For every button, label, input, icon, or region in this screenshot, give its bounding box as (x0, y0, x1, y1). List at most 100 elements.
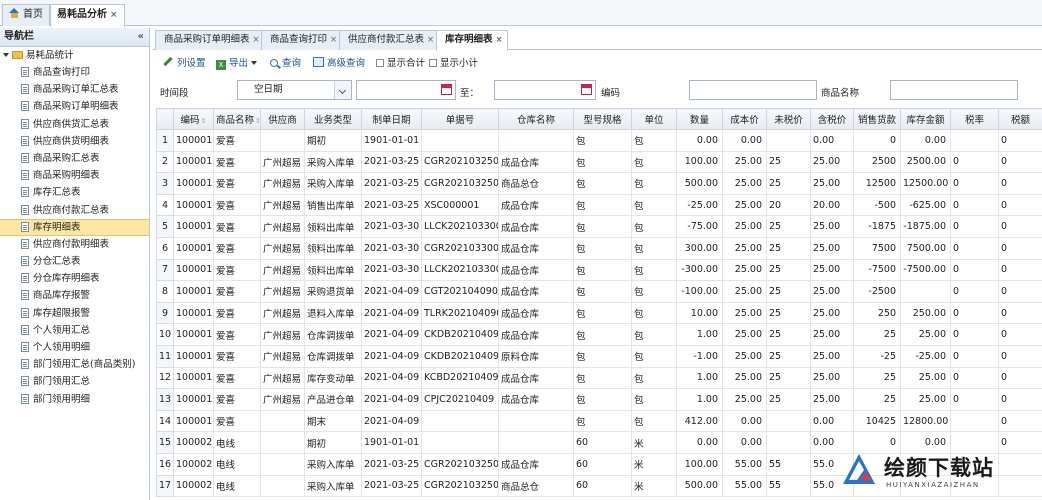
column-header[interactable]: 未税价 (766, 108, 811, 130)
sidebar-item[interactable]: 库存超限报警 (0, 305, 149, 322)
column-header[interactable]: 编码⇕ (173, 108, 214, 130)
table-cell: 60 (573, 452, 632, 476)
column-settings-button[interactable]: 列设置 (163, 56, 206, 71)
close-icon[interactable]: × (110, 10, 118, 20)
export-button[interactable]: X 导出 (216, 57, 258, 71)
table-row[interactable]: 7 100001 爱喜 广州超易 领料出库单 2021-03-30 LLCK20210330… (156, 258, 1042, 282)
table-row[interactable]: 2 100001 爱喜 广州超易 采购入库单 2021-03-25 CGR202103250… (156, 150, 1042, 174)
tab-inventory-detail[interactable]: 库存明细表 × (436, 30, 508, 51)
sidebar-item[interactable]: 部门领用汇总(商品类别) (0, 356, 149, 373)
table-row[interactable]: 9 100001 爱喜 广州超易 退料入库单 2021-04-09 TLRK20210409… (156, 301, 1042, 325)
table-row[interactable]: 13 100001 爱喜 广州超易 产品进仓单 2021-04-09 CPJC2021040… (156, 388, 1042, 411)
table-cell: 期初 (304, 431, 362, 454)
column-header[interactable]: 制单日期 (361, 108, 422, 130)
close-icon[interactable]: × (253, 35, 260, 45)
query-button[interactable]: 查询 (270, 57, 301, 71)
column-header[interactable]: 商品名称⇕ (213, 108, 261, 130)
table-cell: 0 (998, 301, 1042, 325)
sidebar-item[interactable]: 部门领用汇总 (0, 373, 149, 390)
column-header[interactable]: 数量 (676, 108, 723, 130)
table-cell: 100001 (173, 258, 214, 282)
column-header[interactable]: 供应商 (260, 108, 305, 130)
document-icon (21, 84, 29, 95)
calendar-icon[interactable] (441, 84, 452, 95)
sort-icon[interactable]: ⇕ (201, 117, 207, 125)
tab-consumables-analysis[interactable]: 易耗品分析 × (50, 4, 125, 27)
sidebar-item[interactable]: 商品采购订单汇总表 (0, 81, 149, 98)
sidebar-item[interactable]: 供应商供货明细表 (0, 133, 149, 150)
show-total-checkbox[interactable]: 显示合计 (376, 57, 425, 71)
sidebar-item[interactable]: 供应商供货汇总表 (0, 116, 149, 133)
sidebar-item[interactable]: 商品采购订单明细表 (0, 98, 149, 115)
table-row[interactable]: 8 100001 爱喜 广州超易 采购退货单 2021-04-09 CGT202104090… (156, 280, 1042, 303)
tab-supplier-payment-summary[interactable]: 供应商付款汇总表 × (339, 30, 440, 50)
sidebar-item[interactable]: 部门领用明细 (0, 391, 149, 408)
table-row[interactable]: 12 100001 爱喜 广州超易 库存变动单 2021-04-09 KCBD2021040… (156, 366, 1042, 390)
start-date-input[interactable] (356, 80, 456, 100)
calendar-icon[interactable] (581, 84, 592, 95)
column-header[interactable]: 库存金额 (900, 108, 951, 130)
checkbox-icon[interactable] (429, 59, 437, 67)
sidebar-item[interactable]: 库存汇总表 (0, 184, 149, 201)
column-header[interactable]: 成本价 (722, 108, 767, 130)
column-header[interactable]: 仓库名称 (498, 108, 574, 130)
column-header[interactable]: 税额 (998, 108, 1042, 130)
close-icon[interactable]: × (427, 35, 434, 45)
show-subtotal-checkbox[interactable]: 显示小计 (429, 57, 478, 71)
document-icon (21, 101, 29, 112)
tree-root-consumables[interactable]: 易耗品统计 (0, 47, 149, 64)
sidebar-item[interactable]: 供应商付款汇总表 (0, 202, 149, 219)
sidebar-item[interactable]: 商品采购汇总表 (0, 150, 149, 167)
table-row[interactable]: 1 100001 爱喜 期初 1901-01-01 包包 0.00 0.00 0.00 0 0.00… (156, 129, 1042, 152)
table-cell: 0.00 (810, 129, 854, 152)
end-date-input[interactable] (494, 80, 596, 100)
table-row[interactable]: 6 100001 爱喜 广州超易 领料出库单 2021-03-30 CGR202103300… (156, 236, 1042, 260)
sidebar-item[interactable]: 个人领用汇总 (0, 322, 149, 339)
table-cell: 0 (998, 366, 1042, 390)
table-cell: 2500 (853, 150, 901, 174)
table-cell: 100001 (173, 323, 214, 346)
table-cell: 包 (573, 150, 632, 174)
column-header[interactable]: 单位 (631, 108, 677, 130)
table-cell: 广州超易 (260, 323, 305, 346)
table-row[interactable]: 5 100001 爱喜 广州超易 领料出库单 2021-03-30 LLCK20210330… (156, 215, 1042, 238)
close-icon[interactable]: × (496, 35, 503, 45)
table-row[interactable]: 3 100001 爱喜 广州超易 采购入库单 2021-03-25 CGR202103250… (156, 172, 1042, 195)
column-header[interactable]: 业务类型 (304, 108, 362, 130)
collapse-icon[interactable]: « (138, 28, 144, 46)
sidebar-item[interactable]: 库存明细表 (0, 218, 149, 236)
period-select[interactable]: 空日期 (237, 80, 352, 100)
tab-product-query-print[interactable]: 商品查询打印 × (261, 30, 343, 50)
advanced-query-button[interactable]: 高级查询 (313, 57, 365, 71)
column-header[interactable]: 含税价 (810, 108, 854, 130)
table-row[interactable]: 10 100001 爱喜 广州超易 仓库调拨单 2021-04-09 CKDB2021040… (156, 323, 1042, 346)
column-header[interactable]: 型号规格 (573, 108, 632, 130)
sidebar-item[interactable]: 商品采购明细表 (0, 167, 149, 184)
table-row[interactable]: 14 100001 爱喜 期末 2021-04-09 包包 412.00 0.00 0.00 10… (156, 409, 1042, 433)
sort-icon[interactable]: ⇕ (255, 117, 259, 125)
tab-purchase-order-detail[interactable]: 商品采购订单明细表 × (155, 30, 265, 50)
tab-home[interactable]: 首页 (2, 4, 50, 26)
close-icon[interactable]: × (330, 35, 337, 45)
sidebar-item[interactable]: 分仓汇总表 (0, 253, 149, 270)
product-name-input[interactable] (890, 80, 1018, 100)
checkbox-icon[interactable] (376, 59, 384, 67)
sidebar-item[interactable]: 个人领用明细 (0, 339, 149, 356)
column-header[interactable]: 销售货款 (853, 108, 901, 130)
expand-triangle-icon[interactable] (3, 53, 9, 57)
code-input[interactable] (689, 80, 817, 100)
column-header[interactable]: 税率 (950, 108, 999, 130)
chevron-down-icon[interactable] (334, 81, 351, 99)
sidebar-item[interactable]: 商品库存报警 (0, 287, 149, 304)
column-header[interactable]: 单据号 (421, 108, 499, 130)
table-cell: 广州超易 (260, 150, 305, 174)
table-row[interactable]: 11 100001 爱喜 广州超易 仓库调拨单 2021-04-09 CKDB2021040… (156, 344, 1042, 368)
table-cell: 0 (950, 388, 999, 411)
sidebar-item[interactable]: 商品查询打印 (0, 64, 149, 81)
column-header[interactable] (156, 108, 174, 130)
sidebar-item[interactable]: 供应商付款明细表 (0, 236, 149, 253)
table-row[interactable]: 4 100001 爱喜 广州超易 销售出库单 2021-03-25 XSC000001 成品仓… (156, 193, 1042, 217)
sidebar-item[interactable]: 分仓库存明细表 (0, 270, 149, 287)
table-cell: 500.00 (676, 474, 723, 498)
column-header-label: 数量 (689, 115, 709, 126)
